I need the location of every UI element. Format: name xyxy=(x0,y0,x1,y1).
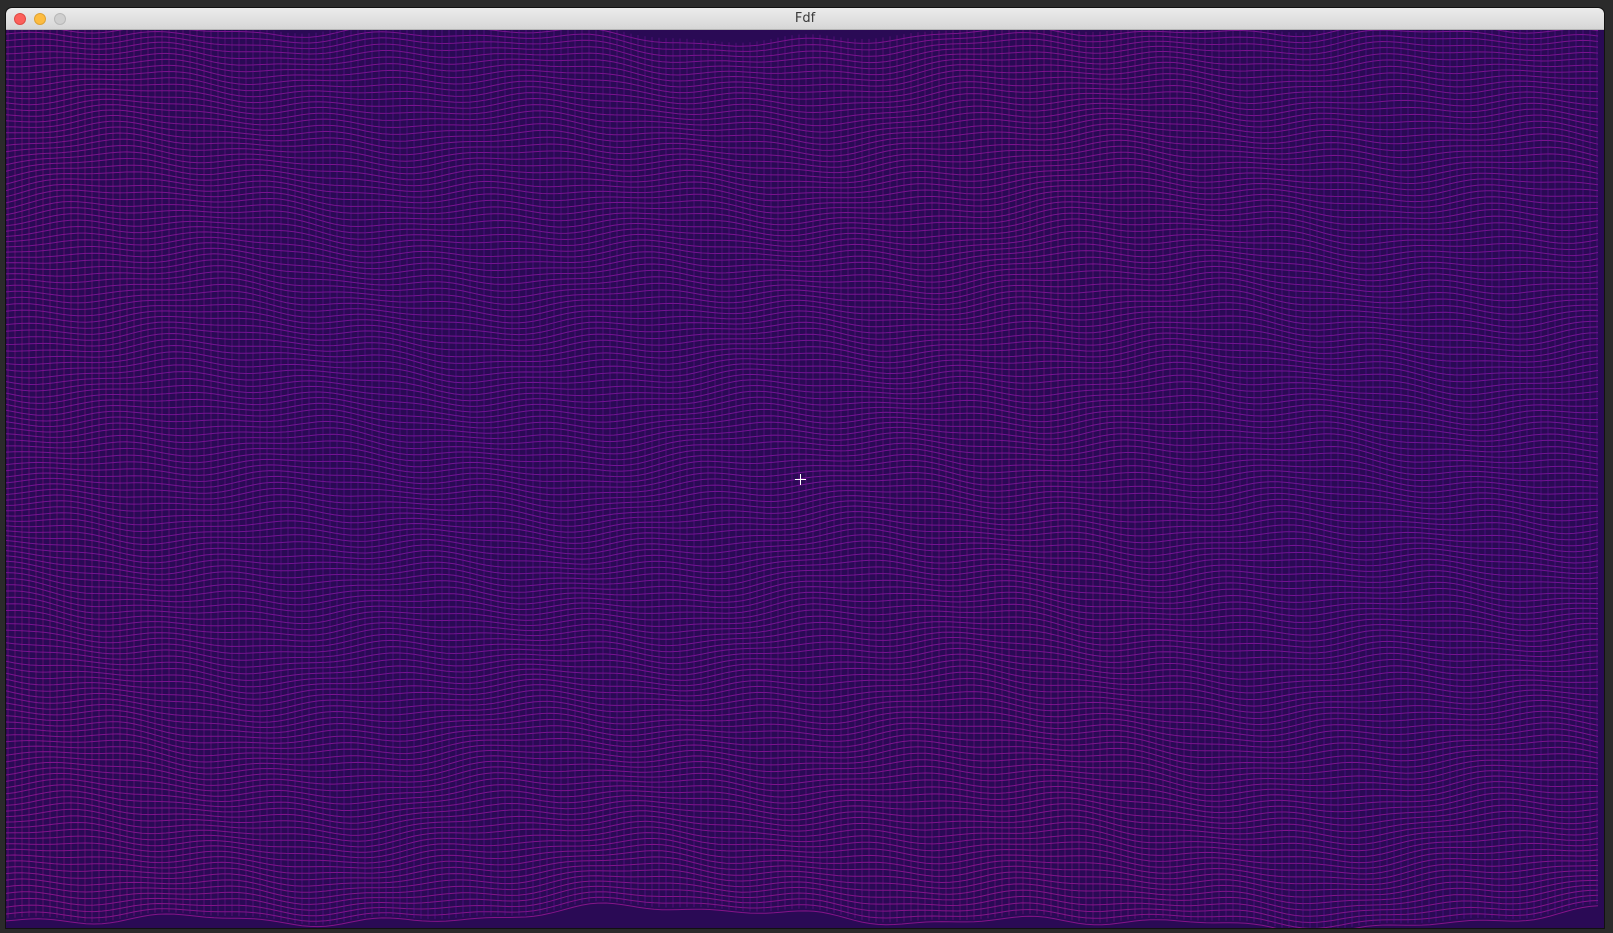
app-window: Fdf xyxy=(6,8,1604,928)
window-title: Fdf xyxy=(794,11,816,26)
render-canvas[interactable] xyxy=(6,30,1604,928)
desktop: Fdf xyxy=(0,0,1613,933)
wireframe-heightmap xyxy=(6,30,1604,928)
title-bar[interactable]: Fdf xyxy=(6,8,1604,30)
